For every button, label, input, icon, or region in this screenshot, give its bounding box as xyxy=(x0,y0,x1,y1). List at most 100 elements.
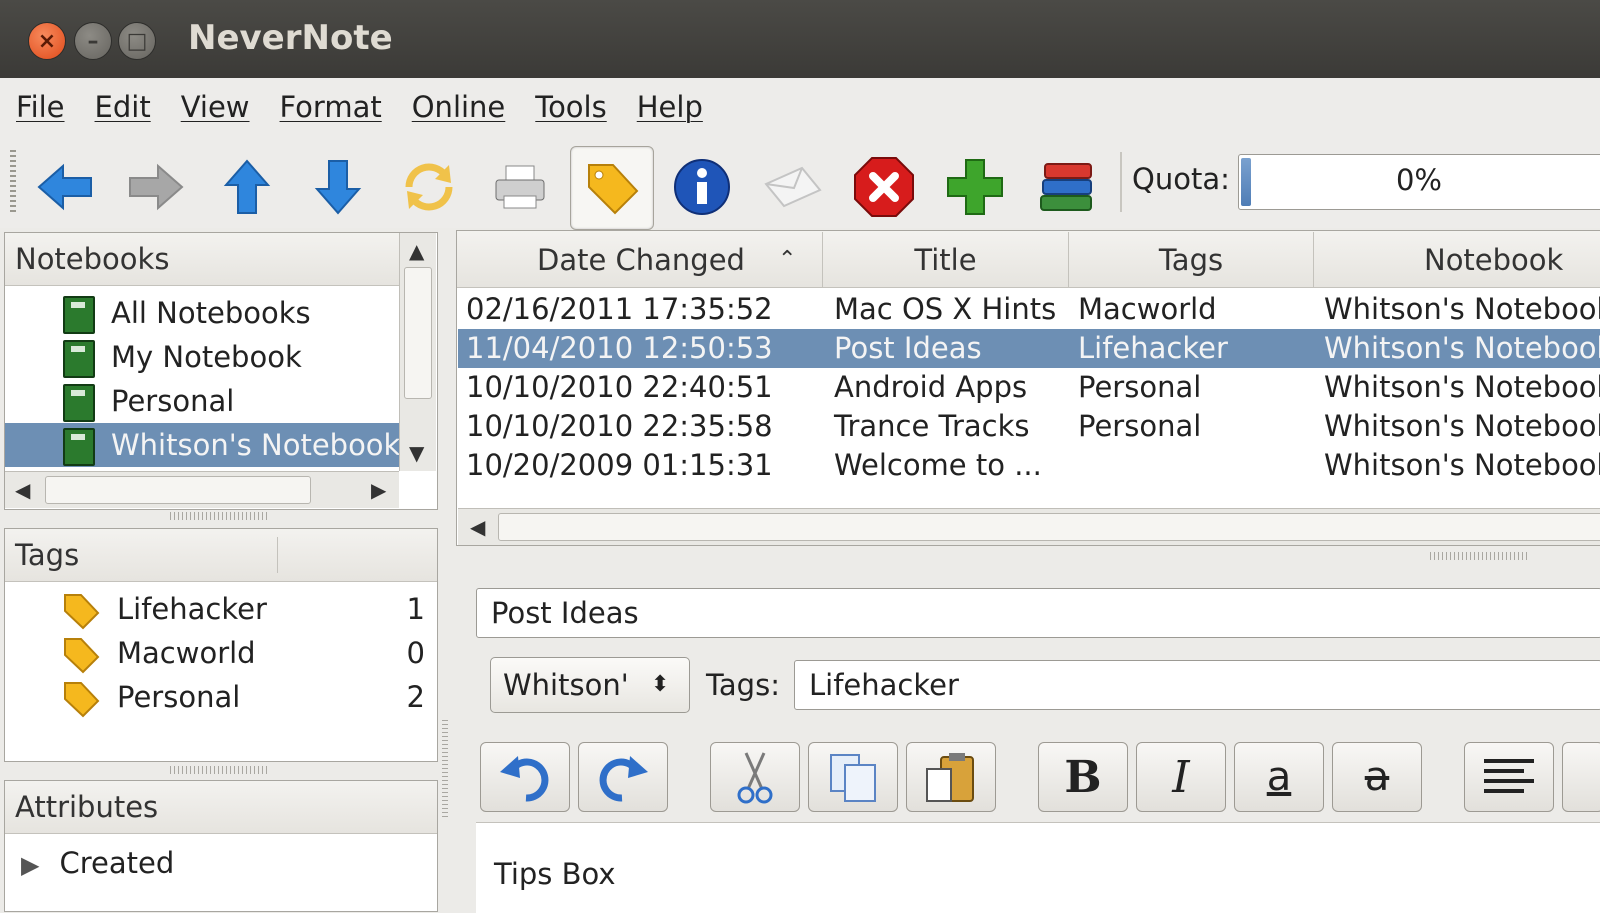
scroll-thumb[interactable] xyxy=(45,476,311,504)
vertical-splitter-handle[interactable] xyxy=(442,720,448,820)
scroll-right-arrow[interactable]: ▶ xyxy=(371,478,386,502)
print-button[interactable] xyxy=(479,146,561,228)
tag-item[interactable]: Personal 2 xyxy=(5,675,435,719)
down-icon xyxy=(314,160,362,215)
copy-button[interactable] xyxy=(808,742,898,812)
note-row[interactable]: 10/10/2010 22:40:51 Android Apps Personal W… xyxy=(458,368,1600,407)
splitter-handle[interactable] xyxy=(170,766,270,774)
note-cell-notebook: Whitson's Notebook xyxy=(1324,292,1600,326)
strikethrough-button[interactable]: a xyxy=(1332,742,1422,812)
toolbar-handle[interactable] xyxy=(10,150,16,212)
tags-input[interactable]: Lifehacker xyxy=(794,660,1600,710)
info-button[interactable] xyxy=(661,146,743,228)
column-label: Date Changed xyxy=(537,243,745,277)
notebook-item[interactable]: Personal xyxy=(5,379,399,423)
attribute-item[interactable]: ▶ Created xyxy=(5,841,435,885)
expand-arrow-icon[interactable]: ▶ xyxy=(21,851,39,879)
notebook-icon xyxy=(63,428,95,466)
splitter-handle[interactable] xyxy=(1430,552,1530,560)
note-list-hscrollbar[interactable]: ◀ xyxy=(458,508,1600,545)
note-cell-tags: Personal xyxy=(1078,370,1202,404)
note-editor-body[interactable]: Tips Box xyxy=(476,822,1600,913)
align-left-button[interactable] xyxy=(1464,742,1554,812)
note-cell-title: Trance Tracks xyxy=(834,409,1030,443)
column-tags[interactable]: Tags xyxy=(1069,232,1314,288)
tag-item[interactable]: Macworld 0 xyxy=(5,631,435,675)
back-button[interactable] xyxy=(24,146,106,228)
scroll-left-arrow[interactable]: ◀ xyxy=(470,515,485,539)
splitter-handle[interactable] xyxy=(170,512,270,520)
more-format-button[interactable] xyxy=(1562,742,1600,812)
note-row-selected[interactable]: 11/04/2010 12:50:53 Post Ideas Lifehacker W… xyxy=(458,329,1600,368)
undo-button[interactable] xyxy=(480,742,570,812)
email-icon xyxy=(764,166,822,208)
notebook-item[interactable]: My Notebook xyxy=(5,335,399,379)
redo-button[interactable] xyxy=(578,742,668,812)
menu-file[interactable]: File xyxy=(16,90,65,124)
note-row[interactable]: 10/20/2009 01:15:31 Welcome to ... Whitson… xyxy=(458,446,1600,485)
note-body-text: Tips Box xyxy=(494,857,616,891)
quota-label: Quota: xyxy=(1132,162,1230,196)
tag-button[interactable] xyxy=(570,146,654,230)
delete-button[interactable] xyxy=(843,146,925,228)
note-cell-notebook: Whitson's Notebook xyxy=(1324,370,1600,404)
tag-label: Lifehacker xyxy=(117,592,267,626)
menu-tools[interactable]: Tools xyxy=(535,90,606,124)
maximize-window-button[interactable]: □ xyxy=(118,22,156,60)
attributes-header[interactable]: Attributes xyxy=(15,790,158,824)
column-title[interactable]: Title xyxy=(823,232,1069,288)
minimize-window-button[interactable]: – xyxy=(74,22,112,60)
tag-count: 1 xyxy=(406,592,425,626)
menu-view[interactable]: View xyxy=(181,90,250,124)
info-icon xyxy=(674,159,730,215)
scroll-thumb[interactable] xyxy=(404,267,432,399)
sync-button[interactable] xyxy=(388,146,470,228)
attributes-panel: Attributes ▶ Created xyxy=(4,780,438,912)
menu-online[interactable]: Online xyxy=(412,90,506,124)
tag-label: Macworld xyxy=(117,636,256,670)
menu-edit[interactable]: Edit xyxy=(95,90,151,124)
notebooks-panel: Notebooks All Notebooks My Notebook Pers… xyxy=(4,232,438,510)
cut-button[interactable] xyxy=(710,742,800,812)
print-icon xyxy=(495,165,545,209)
notebooks-button[interactable] xyxy=(1025,146,1107,228)
note-cell-date: 02/16/2011 17:35:52 xyxy=(466,292,773,326)
scroll-up-arrow[interactable]: ▲ xyxy=(409,239,424,263)
up-button[interactable] xyxy=(206,146,288,228)
tag-label: Personal xyxy=(117,680,241,714)
notebook-item[interactable]: All Notebooks xyxy=(5,291,399,335)
email-button[interactable] xyxy=(752,146,834,228)
tag-item[interactable]: Lifehacker 1 xyxy=(5,587,435,631)
window-title: NeverNote xyxy=(188,18,393,58)
menu-format[interactable]: Format xyxy=(280,90,382,124)
tags-header[interactable]: Tags xyxy=(15,538,79,572)
scroll-thumb[interactable] xyxy=(498,513,1600,541)
paste-icon xyxy=(926,753,974,802)
column-notebook[interactable]: Notebook xyxy=(1314,232,1600,288)
italic-button[interactable]: I xyxy=(1136,742,1226,812)
notebooks-icon xyxy=(1040,163,1092,211)
note-cell-tags: Personal xyxy=(1078,409,1202,443)
note-title-input[interactable]: Post Ideas xyxy=(476,588,1600,638)
notebooks-vscrollbar[interactable]: ▲ ▼ xyxy=(399,233,436,471)
close-window-button[interactable]: × xyxy=(28,22,66,60)
tags-panel: Tags Lifehacker 1 Macworld 0 Personal 2 xyxy=(4,528,438,762)
notebooks-header[interactable]: Notebooks xyxy=(15,242,169,276)
note-row[interactable]: 02/16/2011 17:35:52 Mac OS X Hints Macworl… xyxy=(458,290,1600,329)
notebook-item-selected[interactable]: Whitson's Notebook xyxy=(5,423,399,467)
note-row[interactable]: 10/10/2010 22:35:58 Trance Tracks Personal… xyxy=(458,407,1600,446)
scroll-down-arrow[interactable]: ▼ xyxy=(409,441,424,465)
note-cell-title: Welcome to ... xyxy=(834,448,1042,482)
bold-button[interactable]: B xyxy=(1038,742,1128,812)
menu-help[interactable]: Help xyxy=(637,90,703,124)
forward-button[interactable] xyxy=(115,146,197,228)
paste-button[interactable] xyxy=(906,742,996,812)
notebooks-hscrollbar[interactable]: ◀ ▶ xyxy=(5,471,399,508)
scroll-left-arrow[interactable]: ◀ xyxy=(15,478,30,502)
down-button[interactable] xyxy=(297,146,379,228)
column-date-changed[interactable]: Date Changed ⌃ xyxy=(460,232,823,288)
menu-bar: File Edit View Format Online Tools Help xyxy=(0,78,1600,136)
add-button[interactable] xyxy=(934,146,1016,228)
notebook-select[interactable]: Whitson's Notebook ⬍ xyxy=(490,657,690,713)
underline-button[interactable]: a xyxy=(1234,742,1324,812)
